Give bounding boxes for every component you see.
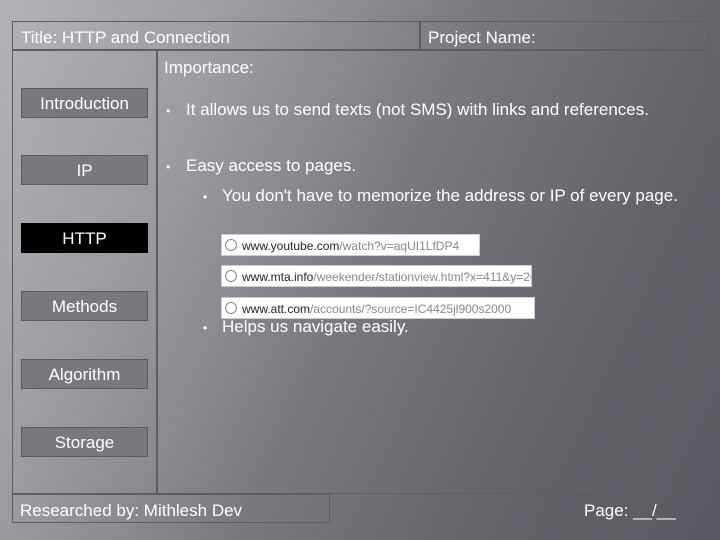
bullet-icon: • xyxy=(166,104,171,118)
sub-bullet-text: You don't have to memorize the address o… xyxy=(222,186,678,205)
bullet-text: Easy access to pages. xyxy=(186,156,357,175)
nav-algorithm-button[interactable]: Algorithm xyxy=(21,359,148,389)
bullet-icon: • xyxy=(203,190,208,204)
project-name: Project Name: xyxy=(420,21,710,50)
url-domain: www.mta.info xyxy=(242,270,314,284)
nav-ip-button[interactable]: IP xyxy=(21,155,148,185)
bullet-icon: • xyxy=(166,160,171,174)
url-path: /weekender/stationview.html?x=411&y=266 xyxy=(313,270,532,284)
globe-icon xyxy=(225,302,237,314)
globe-icon xyxy=(225,270,237,282)
bullet-text: It allows us to send texts (not SMS) wit… xyxy=(186,100,649,119)
url-domain: www.youtube.com xyxy=(242,239,340,253)
sub-bullet-text: Helps us navigate easily. xyxy=(222,317,409,336)
page-number: Page: __/__ xyxy=(576,494,710,523)
globe-icon xyxy=(225,239,237,251)
url-screenshot: www.att.com/accounts/?source=IC4425jl900… xyxy=(221,297,535,319)
url-path: /accounts/?source=IC4425jl900s2000 xyxy=(310,302,512,316)
nav-introduction-button[interactable]: Introduction xyxy=(21,88,148,118)
nav-http-button[interactable]: HTTP xyxy=(21,223,148,253)
nav-methods-button[interactable]: Methods xyxy=(21,291,148,321)
url-path: /watch?v=aqUI1LfDP4 xyxy=(339,239,460,253)
researcher-credit: Researched by: Mithlesh Dev xyxy=(12,494,330,523)
url-domain: www.att.com xyxy=(242,302,311,316)
url-screenshot: www.mta.info/weekender/stationview.html?… xyxy=(221,265,532,287)
slide-title: Title: HTTP and Connection xyxy=(12,21,420,50)
importance-heading: Importance: xyxy=(164,58,254,77)
nav-storage-button[interactable]: Storage xyxy=(21,427,148,457)
url-screenshot: www.youtube.com/watch?v=aqUI1LfDP4 xyxy=(221,234,480,256)
bullet-icon: • xyxy=(203,321,208,335)
